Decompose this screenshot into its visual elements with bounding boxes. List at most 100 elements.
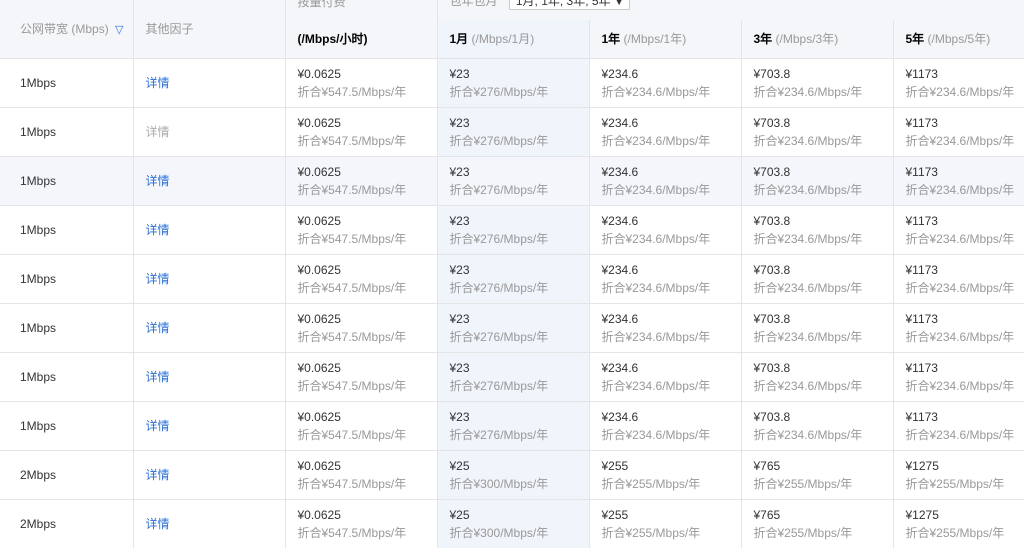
detail-link[interactable]: 详情 xyxy=(146,272,170,286)
price-equivalent: 折合¥547.5/Mbps/年 xyxy=(297,329,407,344)
bandwidth-value: 1Mbps xyxy=(20,271,57,286)
detail-link[interactable]: 详情 xyxy=(146,517,170,531)
monthly-price-cell: ¥23 折合¥276/Mbps/年 xyxy=(437,401,590,451)
price-equivalent: 折合¥234.6/Mbps/年 xyxy=(905,84,1015,99)
five-year-price-cell: ¥1173 折合¥234.6/Mbps/年 xyxy=(893,107,1024,157)
bandwidth-cell: 1Mbps xyxy=(0,401,134,451)
price-equivalent: 折合¥276/Mbps/年 xyxy=(449,231,549,246)
price: ¥234.6 xyxy=(601,409,639,424)
col-5-year: 5年 (/Mbps/5年) xyxy=(893,20,1024,59)
price: ¥234.6 xyxy=(601,66,639,81)
price: ¥0.0625 xyxy=(297,360,341,375)
table-row: 1Mbps 详情 ¥0.0625 折合¥547.5/Mbps/年 ¥23 折合¥276/M… xyxy=(0,107,1024,157)
price: ¥0.0625 xyxy=(297,164,341,179)
price-equivalent: 折合¥234.6/Mbps/年 xyxy=(753,231,863,246)
bandwidth-cell: 1Mbps xyxy=(0,352,134,402)
price: ¥0.0625 xyxy=(297,409,341,424)
period-select[interactable]: 1月, 1年, 3年, 5年 ▼ xyxy=(508,0,631,10)
price-equivalent: 折合¥547.5/Mbps/年 xyxy=(297,182,407,197)
table-row: 1Mbps 详情 ¥0.0625 折合¥547.5/Mbps/年 ¥23 折合¥276/M… xyxy=(0,254,1024,304)
monthly-price-cell: ¥23 折合¥276/Mbps/年 xyxy=(437,352,590,402)
price: ¥703.8 xyxy=(753,66,791,81)
price: ¥255 xyxy=(601,507,629,522)
detail-link[interactable]: 详情 xyxy=(146,174,170,188)
price-equivalent: 折合¥300/Mbps/年 xyxy=(449,476,549,491)
detail-link[interactable]: 详情 xyxy=(146,76,170,90)
price-equivalent: 折合¥276/Mbps/年 xyxy=(449,84,549,99)
bandwidth-cell: 1Mbps xyxy=(0,205,134,255)
bandwidth-value: 1Mbps xyxy=(20,369,57,384)
price: ¥0.0625 xyxy=(297,66,341,81)
detail-cell: 详情 xyxy=(133,156,286,206)
price: ¥23 xyxy=(449,213,470,228)
hourly-price-cell: ¥0.0625 折合¥547.5/Mbps/年 xyxy=(285,205,438,255)
price: ¥703.8 xyxy=(753,360,791,375)
hourly-price-cell: ¥0.0625 折合¥547.5/Mbps/年 xyxy=(285,450,438,500)
monthly-price-cell: ¥25 折合¥300/Mbps/年 xyxy=(437,499,590,548)
table-row: 1Mbps 详情 ¥0.0625 折合¥547.5/Mbps/年 ¥23 折合¥276/M… xyxy=(0,303,1024,353)
price-equivalent: 折合¥276/Mbps/年 xyxy=(449,133,549,148)
bandwidth-value: 1Mbps xyxy=(20,320,57,335)
price-equivalent: 折合¥234.6/Mbps/年 xyxy=(905,329,1015,344)
price: ¥1275 xyxy=(905,458,939,473)
chevron-down-icon: ▼ xyxy=(614,0,624,7)
filter-icon[interactable]: ▽ xyxy=(115,24,123,36)
detail-cell: 详情 xyxy=(133,205,286,255)
price-equivalent: 折合¥234.6/Mbps/年 xyxy=(905,133,1015,148)
monthly-price-cell: ¥23 折合¥276/Mbps/年 xyxy=(437,156,590,206)
price: ¥0.0625 xyxy=(297,458,341,473)
detail-link[interactable]: 详情 xyxy=(146,125,170,139)
price-equivalent: 折合¥255/Mbps/年 xyxy=(753,476,853,491)
bandwidth-cell: 2Mbps xyxy=(0,450,134,500)
table-row: 1Mbps 详情 ¥0.0625 折合¥547.5/Mbps/年 ¥23 折合¥276/M… xyxy=(0,352,1024,402)
price-equivalent: 折合¥234.6/Mbps/年 xyxy=(753,280,863,295)
bandwidth-value: 1Mbps xyxy=(20,75,57,90)
price: ¥234.6 xyxy=(601,115,639,130)
price-equivalent: 折合¥276/Mbps/年 xyxy=(449,427,549,442)
three-year-price-cell: ¥703.8 折合¥234.6/Mbps/年 xyxy=(741,303,894,353)
detail-link[interactable]: 详情 xyxy=(146,223,170,237)
price-equivalent: 折合¥234.6/Mbps/年 xyxy=(753,427,863,442)
detail-link[interactable]: 详情 xyxy=(146,370,170,384)
price: ¥234.6 xyxy=(601,311,639,326)
detail-link[interactable]: 详情 xyxy=(146,468,170,482)
price: ¥234.6 xyxy=(601,360,639,375)
five-year-price-cell: ¥1173 折合¥234.6/Mbps/年 xyxy=(893,254,1024,304)
monthly-price-cell: ¥25 折合¥300/Mbps/年 xyxy=(437,450,590,500)
detail-link[interactable]: 详情 xyxy=(146,419,170,433)
price-equivalent: 折合¥234.6/Mbps/年 xyxy=(905,182,1015,197)
monthly-price-cell: ¥23 折合¥276/Mbps/年 xyxy=(437,107,590,157)
table-row: 1Mbps 详情 ¥0.0625 折合¥547.5/Mbps/年 ¥23 折合¥276/M… xyxy=(0,156,1024,206)
detail-link[interactable]: 详情 xyxy=(146,321,170,335)
price-equivalent: 折合¥255/Mbps/年 xyxy=(601,525,701,540)
one-year-price-cell: ¥234.6 折合¥234.6/Mbps/年 xyxy=(589,205,742,255)
price: ¥703.8 xyxy=(753,262,791,277)
bandwidth-cell: 1Mbps xyxy=(0,58,134,108)
price-equivalent: 折合¥234.6/Mbps/年 xyxy=(601,427,711,442)
price: ¥1173 xyxy=(905,262,938,277)
price: ¥23 xyxy=(449,311,470,326)
price-equivalent: 折合¥255/Mbps/年 xyxy=(905,476,1005,491)
price: ¥703.8 xyxy=(753,164,791,179)
detail-cell: 详情 xyxy=(133,107,286,157)
price: ¥0.0625 xyxy=(297,311,341,326)
price-equivalent: 折合¥547.5/Mbps/年 xyxy=(297,231,407,246)
price: ¥1173 xyxy=(905,409,938,424)
one-year-price-cell: ¥255 折合¥255/Mbps/年 xyxy=(589,499,742,548)
price-equivalent: 折合¥276/Mbps/年 xyxy=(449,280,549,295)
price-equivalent: 折合¥234.6/Mbps/年 xyxy=(753,378,863,393)
price-equivalent: 折合¥234.6/Mbps/年 xyxy=(601,329,711,344)
table-row: 2Mbps 详情 ¥0.0625 折合¥547.5/Mbps/年 ¥25 折合¥300/M… xyxy=(0,499,1024,548)
three-year-price-cell: ¥703.8 折合¥234.6/Mbps/年 xyxy=(741,58,894,108)
three-year-price-cell: ¥703.8 折合¥234.6/Mbps/年 xyxy=(741,254,894,304)
five-year-price-cell: ¥1275 折合¥255/Mbps/年 xyxy=(893,499,1024,548)
three-year-price-cell: ¥703.8 折合¥234.6/Mbps/年 xyxy=(741,107,894,157)
bandwidth-value: 1Mbps xyxy=(20,418,57,433)
one-year-price-cell: ¥255 折合¥255/Mbps/年 xyxy=(589,450,742,500)
price: ¥23 xyxy=(449,262,470,277)
three-year-price-cell: ¥703.8 折合¥234.6/Mbps/年 xyxy=(741,205,894,255)
price-equivalent: 折合¥547.5/Mbps/年 xyxy=(297,84,407,99)
package-header: 包年包月 1月, 1年, 3年, 5年 ▼ xyxy=(437,0,1024,20)
price: ¥255 xyxy=(601,458,629,473)
bandwidth-value: 1Mbps xyxy=(20,124,57,139)
